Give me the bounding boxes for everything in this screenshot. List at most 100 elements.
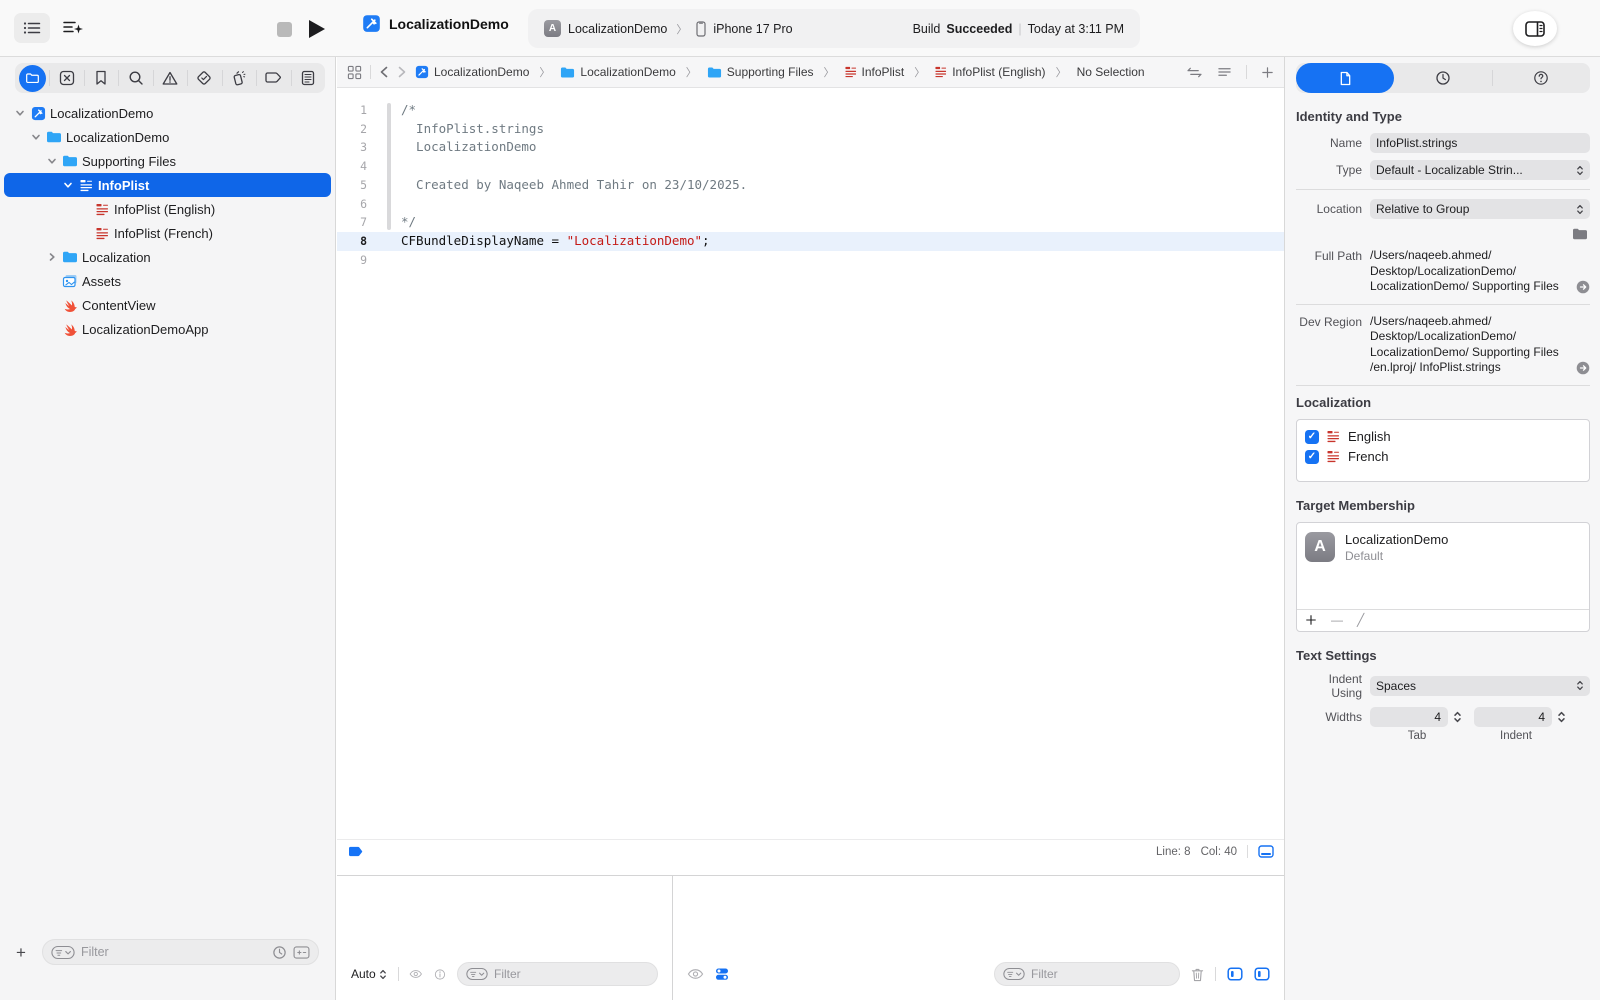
name-input[interactable] [1376, 136, 1584, 150]
tab-width-field[interactable]: 4 [1370, 707, 1448, 727]
tab-project-navigator[interactable] [15, 63, 49, 93]
divider [370, 65, 371, 79]
tree-item-group[interactable]: LocalizationDemo [4, 125, 331, 149]
french-checkbox[interactable]: ✓ [1305, 450, 1319, 464]
type-popup[interactable]: Default - Localizable Strin... [1370, 160, 1590, 180]
full-path-value-wrap: /Users/naqeeb.ahmed/ Desktop/Localizatio… [1370, 248, 1590, 295]
variables-scope-popup[interactable]: Auto [351, 967, 387, 981]
reveal-arrow-icon[interactable] [1576, 280, 1590, 294]
panel-right-icon [1525, 21, 1545, 37]
xcode-project-icon [31, 106, 46, 121]
breadcrumb-no-selection[interactable]: No Selection [1077, 65, 1145, 79]
localization-tag-icon[interactable] [347, 845, 364, 858]
tab-width-stepper[interactable] [1453, 710, 1462, 724]
breadcrumb-supporting-files[interactable]: Supporting Files [707, 65, 814, 80]
console-filter-field[interactable] [994, 962, 1180, 986]
tree-item-app[interactable]: LocalizationDemoApp [4, 317, 331, 341]
divider [1247, 845, 1248, 858]
tree-item-infoplist-french[interactable]: InfoPlist (French) [4, 221, 331, 245]
add-file-button[interactable]: + [16, 944, 26, 961]
tree-item-project[interactable]: LocalizationDemo [4, 101, 331, 125]
recent-files-clock-icon[interactable] [272, 945, 287, 960]
breadcrumb-group[interactable]: LocalizationDemo [560, 65, 675, 80]
tab-file-inspector[interactable] [1296, 63, 1394, 93]
console-filter-input[interactable] [1031, 967, 1171, 981]
quicklook-eye-icon[interactable] [409, 968, 423, 980]
choose-location-folder-icon[interactable] [1572, 226, 1588, 242]
tab-tests[interactable] [187, 63, 221, 93]
code-string: "LocalizationDemo" [567, 233, 702, 248]
keyboard-icon[interactable] [1258, 845, 1274, 858]
chevron-down-icon[interactable] [47, 156, 57, 166]
editor-swap-button[interactable] [1186, 66, 1203, 79]
scheme-selector[interactable]: A LocalizationDemo 〉 iPhone 17 Pro [544, 20, 793, 37]
divider [1296, 189, 1590, 190]
run-button[interactable] [304, 16, 330, 42]
chevron-right-icon[interactable] [47, 252, 57, 262]
type-label: Type [1296, 163, 1370, 177]
indent-width-stepper[interactable] [1557, 710, 1566, 724]
type-row: Type Default - Localizable Strin... [1296, 160, 1590, 180]
variables-panel-toggle-icon[interactable] [1227, 966, 1243, 982]
editor-options-button[interactable] [1217, 66, 1232, 79]
reveal-arrow-icon[interactable] [1576, 361, 1590, 375]
tree-item-contentview[interactable]: ContentView [4, 293, 331, 317]
back-button[interactable] [379, 66, 389, 78]
remove-target-icon[interactable]: — [1331, 613, 1343, 627]
source-control-status-icon[interactable] [293, 946, 310, 959]
code-line: 2 InfoPlist.strings [337, 120, 1284, 139]
related-items-button[interactable] [347, 65, 362, 80]
trash-icon[interactable] [1191, 967, 1204, 982]
tab-debug[interactable] [222, 63, 256, 93]
tab-source-control[interactable] [49, 63, 83, 93]
info-icon[interactable] [434, 967, 446, 982]
name-field[interactable] [1370, 133, 1590, 153]
scheme-separator: 〉 [676, 21, 687, 37]
stop-button[interactable] [272, 17, 296, 41]
section-identity-header: Identity and Type [1296, 109, 1590, 124]
navigator-filter-field[interactable] [42, 939, 319, 965]
tree-item-label: Supporting Files [82, 154, 176, 169]
tab-breakpoints[interactable] [256, 63, 290, 93]
variables-filter-input[interactable] [494, 967, 649, 981]
window-tab-active[interactable]: LocalizationDemo [362, 14, 509, 33]
add-editor-button[interactable] [1261, 66, 1274, 79]
location-popup[interactable]: Relative to Group [1370, 199, 1590, 219]
activity-view[interactable]: A LocalizationDemo 〉 iPhone 17 Pro Build… [528, 9, 1140, 48]
console-mode-toggles-icon[interactable] [715, 967, 729, 981]
tab-history-inspector[interactable] [1394, 63, 1492, 93]
indent-using-popup[interactable]: Spaces [1370, 676, 1590, 696]
breadcrumb-project[interactable]: LocalizationDemo [415, 65, 529, 79]
tab-width-value: 4 [1434, 710, 1441, 724]
breadcrumb-infoplist-english[interactable]: InfoPlist (English) [935, 65, 1045, 79]
quicklook-eye-icon[interactable] [687, 968, 704, 980]
forward-button[interactable] [397, 66, 407, 78]
inspector-toggle-button[interactable] [1513, 11, 1557, 46]
tab-help-inspector[interactable] [1492, 63, 1590, 93]
chevron-down-icon[interactable] [31, 132, 41, 142]
add-target-icon[interactable] [1305, 614, 1317, 626]
tree-item-infoplist-english[interactable]: InfoPlist (English) [4, 197, 331, 221]
tree-item-infoplist-selected[interactable]: InfoPlist [4, 173, 331, 197]
tab-issues[interactable] [153, 63, 187, 93]
variables-filter-field[interactable] [457, 962, 658, 986]
tab-bookmarks[interactable] [84, 63, 118, 93]
indent-width-field[interactable]: 4 [1474, 707, 1552, 727]
chevron-down-icon[interactable] [63, 180, 73, 190]
tab-reports[interactable] [291, 63, 325, 93]
navigator-filter-input[interactable] [81, 945, 266, 959]
breadcrumb-infoplist[interactable]: InfoPlist [845, 65, 905, 79]
code-text: */ [381, 213, 416, 232]
tree-item-assets[interactable]: Assets [4, 269, 331, 293]
tree-item-localization[interactable]: Localization [4, 245, 331, 269]
navigator-toggle-button[interactable] [14, 13, 50, 43]
tab-find[interactable] [118, 63, 152, 93]
english-checkbox[interactable]: ✓ [1305, 430, 1319, 444]
writing-tools-button[interactable] [56, 13, 90, 43]
chevron-down-icon[interactable] [15, 108, 25, 118]
target-row[interactable]: A LocalizationDemo Default [1297, 523, 1589, 609]
edit-target-icon[interactable]: ╱ [1357, 613, 1364, 627]
tree-item-supporting-files[interactable]: Supporting Files [4, 149, 331, 173]
console-panel-toggle-icon[interactable] [1254, 966, 1270, 982]
source-editor[interactable]: 1/* 2 InfoPlist.strings 3 LocalizationDe… [337, 88, 1284, 839]
